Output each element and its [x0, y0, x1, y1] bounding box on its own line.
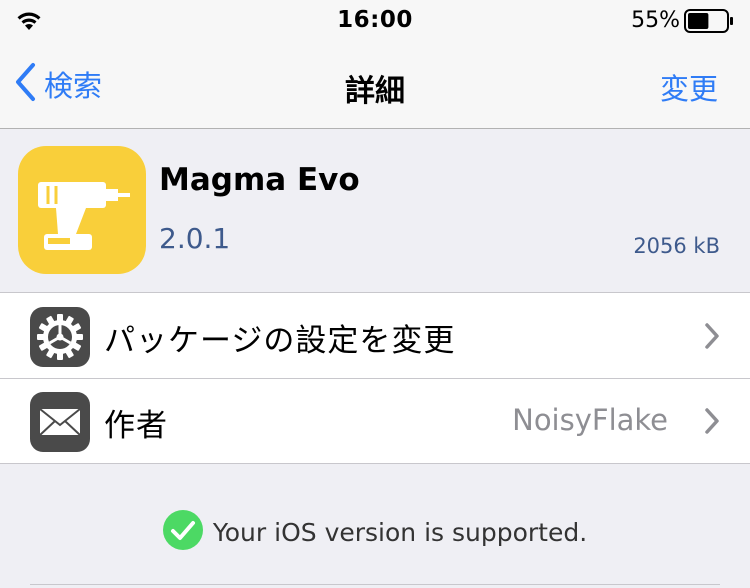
battery-icon	[684, 9, 734, 37]
package-options-list: パッケージの設定を変更 作者 NoisyFlake	[0, 292, 750, 464]
battery-percentage: 55%	[631, 8, 680, 33]
row-author[interactable]: 作者 NoisyFlake	[0, 378, 750, 463]
row-package-settings[interactable]: パッケージの設定を変更	[0, 293, 750, 378]
page-title: 詳細	[345, 74, 405, 109]
envelope-icon	[30, 392, 90, 452]
navigation-bar: 検索 詳細 変更	[0, 42, 750, 129]
package-name: Magma Evo	[159, 162, 360, 198]
author-name: NoisyFlake	[512, 403, 668, 437]
row-label: 作者	[104, 408, 168, 444]
chevron-right-icon	[704, 407, 720, 439]
package-size: 2056 kB	[633, 234, 720, 258]
gear-icon	[30, 307, 90, 367]
modify-button[interactable]: 変更	[660, 66, 718, 108]
compatibility-status: Your iOS version is supported.	[0, 510, 750, 554]
status-bar: 16:00 55%	[0, 0, 750, 42]
drill-icon	[18, 146, 146, 274]
chevron-right-icon	[704, 322, 720, 354]
package-version: 2.0.1	[159, 222, 231, 255]
checkmark-circle-icon	[162, 510, 203, 554]
package-header: Magma Evo 2.0.1 2056 kB	[0, 130, 750, 292]
support-message: Your iOS version is supported.	[212, 517, 588, 547]
divider	[30, 584, 720, 585]
row-label: パッケージの設定を変更	[104, 323, 456, 359]
